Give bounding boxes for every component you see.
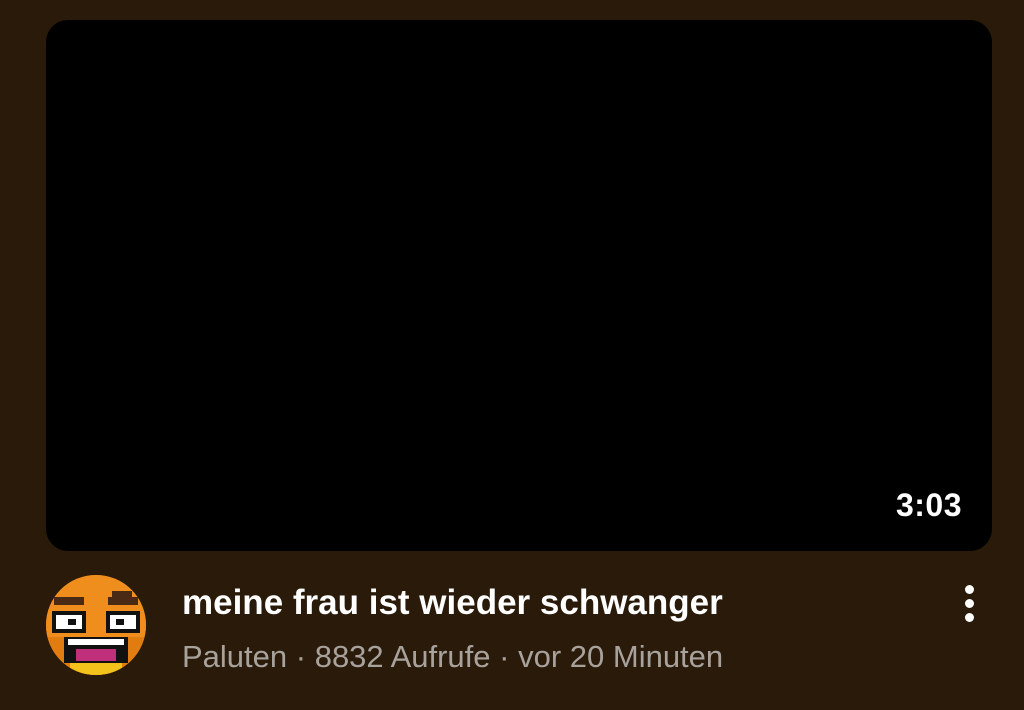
video-meta: meine frau ist wieder schwanger Paluten … [46, 575, 992, 685]
more-vert-icon-dot [964, 598, 974, 608]
video-text: meine frau ist wieder schwanger Paluten … [182, 579, 932, 677]
video-thumbnail[interactable]: 3:03 [46, 20, 992, 551]
video-title[interactable]: meine frau ist wieder schwanger [182, 579, 932, 627]
view-count: 8832 Aufrufe [314, 639, 491, 674]
more-vert-icon-dot [964, 612, 974, 622]
upload-age: vor 20 Minuten [518, 639, 724, 674]
more-options-button[interactable] [946, 577, 992, 629]
channel-name[interactable]: Paluten [182, 639, 287, 674]
paluten-avatar-icon [46, 575, 146, 675]
video-feed-page: 3:03 meine frau ist wieder schwanger Pal… [0, 0, 1024, 710]
meta-separator: · [287, 639, 315, 674]
channel-avatar[interactable] [46, 575, 146, 675]
more-vert-icon [964, 584, 974, 594]
meta-separator: · [490, 639, 519, 674]
video-subline: Paluten · 8832 Aufrufe · vor 20 Minuten [182, 637, 932, 677]
video-duration: 3:03 [893, 485, 964, 525]
